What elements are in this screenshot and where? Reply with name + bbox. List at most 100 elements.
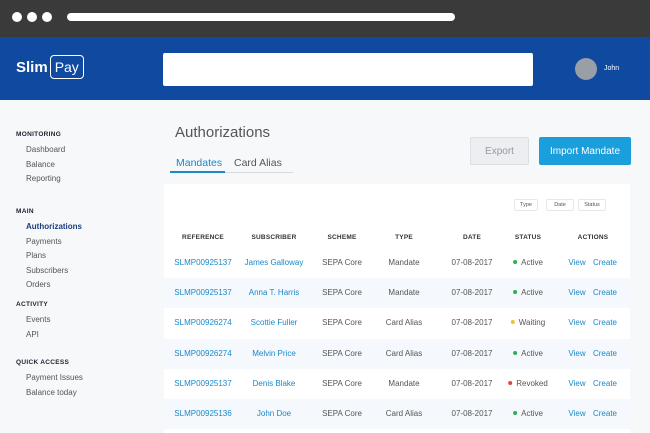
sidebar-item-events[interactable]: Events [26,315,50,324]
export-button[interactable]: Export [470,137,529,165]
filter-date-button[interactable]: Date [546,199,574,211]
sidebar-section-activity: ACTIVITY [16,301,49,308]
col-date-header[interactable]: DATE [463,234,481,241]
sidebar-item-authorizations[interactable]: Authorizations [26,222,82,231]
table-row[interactable]: SLMP00925137 Anna T. Harris SEPA Core Manda… [164,278,630,309]
status-label: Active [521,288,543,298]
col-reference-header[interactable]: REFERENCE [182,234,224,241]
avatar[interactable] [575,58,597,80]
reference-link[interactable]: SLMP00925137 [174,258,231,267]
scheme-cell: SEPA Core [322,348,362,358]
status-dot-icon [513,350,518,355]
create-action-link[interactable]: Create [593,288,617,297]
app-header: Slim Pay John [0,37,650,100]
status-dot-icon [513,260,518,264]
create-action-link[interactable]: Create [593,318,617,327]
subscriber-link[interactable]: John Doe [257,409,291,418]
scheme-cell: SEPA Core [322,258,362,267]
create-action-link[interactable]: Create [593,409,617,418]
view-action-link[interactable]: View [568,288,585,297]
filter-status-button[interactable]: Status [578,199,606,211]
type-cell: Mandate [388,288,420,298]
sidebar-item-payments[interactable]: Payments [26,237,62,246]
status-badge: Revoked [508,379,548,388]
status-badge: Active [513,349,543,358]
subscriber-link[interactable]: James Galloway [245,258,304,267]
sidebar-section-main: MAIN [16,208,34,215]
reference-link[interactable]: SLMP00925136 [174,409,231,418]
sidebar-section-quick-access: QUICK ACCESS [16,359,70,366]
status-dot-icon [510,320,515,325]
status-label: Active [521,409,543,418]
table-row[interactable]: SLMP00926274 Scottie Fuller SEPA Core Card … [164,308,630,338]
logo-text: Slim [16,58,48,76]
window-close-dot[interactable] [12,12,22,22]
type-cell: Card Alias [385,409,423,418]
subscriber-link[interactable]: Scottie Fuller [251,318,298,327]
table-row[interactable]: SLMP00925137 James Galloway SEPA Core Manda… [164,248,630,278]
tab-card-alias[interactable]: Card Alias [234,157,282,169]
reference-link[interactable]: SLMP00925137 [174,288,231,297]
window-maximize-dot[interactable] [42,12,52,22]
col-status-header[interactable]: STATUS [515,234,541,241]
sidebar-item-subscribers[interactable]: Subscribers [26,266,68,275]
sidebar-item-dashboard[interactable]: Dashboard [26,145,65,154]
window-minimize-dot[interactable] [27,12,37,22]
sidebar-item-payment-issues[interactable]: Payment Issues [26,373,83,382]
sidebar-item-api[interactable]: API [26,330,39,339]
date-cell: 07-08-2017 [451,288,493,298]
filter-type-button[interactable]: Type [514,199,538,211]
col-scheme-header[interactable]: SCHEME [327,234,356,241]
col-subscriber-header[interactable]: SUBSCRIBER [252,234,297,241]
status-label: Active [521,258,543,267]
reference-link[interactable]: SLMP00925137 [174,379,231,388]
sidebar-item-balance[interactable]: Balance [26,160,55,169]
slimpay-logo[interactable]: Slim Pay [16,53,84,81]
scheme-cell: SEPA Core [322,378,362,388]
create-action-link[interactable]: Create [593,258,617,267]
reference-link[interactable]: SLMP00926274 [174,318,231,327]
type-cell: Card Alias [385,318,423,328]
col-actions-header[interactable]: ACTIONS [578,234,609,241]
status-label: Revoked [516,378,548,388]
reference-link[interactable]: SLMP00926274 [174,349,231,358]
sidebar-item-balance-today[interactable]: Balance today [26,388,77,397]
status-badge: Active [513,288,543,297]
view-action-link[interactable]: View [568,379,585,388]
type-cell: Mandate [388,378,420,388]
sidebar-item-reporting[interactable]: Reporting [26,174,61,183]
address-bar[interactable] [67,13,455,21]
browser-chrome [0,0,650,37]
create-action-link[interactable]: Create [593,349,617,358]
view-action-link[interactable]: View [568,349,585,358]
sidebar-item-orders[interactable]: Orders [26,280,50,289]
import-mandate-button[interactable]: Import Mandate [539,137,631,165]
view-action-link[interactable]: View [568,409,585,418]
active-tab-indicator [170,171,225,173]
date-cell: 07-08-2017 [451,378,493,388]
view-action-link[interactable]: View [568,318,585,327]
logo-box-text: Pay [49,55,84,79]
date-cell: 07-08-2017 [451,318,493,328]
subscriber-link[interactable]: Denis Blake [253,379,296,388]
date-cell: 07-08-2017 [451,409,493,418]
subscriber-link[interactable]: Anna T. Harris [249,288,300,297]
date-cell: 07-08-2017 [451,258,493,267]
view-action-link[interactable]: View [568,258,585,267]
type-cell: Card Alias [385,348,423,358]
type-cell: Mandate [388,258,420,267]
table-row[interactable]: SLMP00926274 Melvin Price SEPA Core Card Al… [164,338,630,369]
search-input[interactable] [163,53,533,86]
sidebar [0,100,160,433]
create-action-link[interactable]: Create [593,379,617,388]
table-row[interactable]: SLMP00925136 John Doe SEPA Core Card Alias 0… [164,399,630,429]
scheme-cell: SEPA Core [322,409,362,418]
col-type-header[interactable]: TYPE [395,234,413,241]
user-name[interactable]: John [604,65,619,72]
tab-mandates[interactable]: Mandates [176,157,222,169]
status-dot-icon [508,380,513,385]
subscriber-link[interactable]: Melvin Price [252,349,296,358]
page-title: Authorizations [175,124,271,141]
table-row[interactable]: SLMP00925137 Denis Blake SEPA Core Mandate 0… [164,369,630,399]
sidebar-item-plans[interactable]: Plans [26,251,46,260]
